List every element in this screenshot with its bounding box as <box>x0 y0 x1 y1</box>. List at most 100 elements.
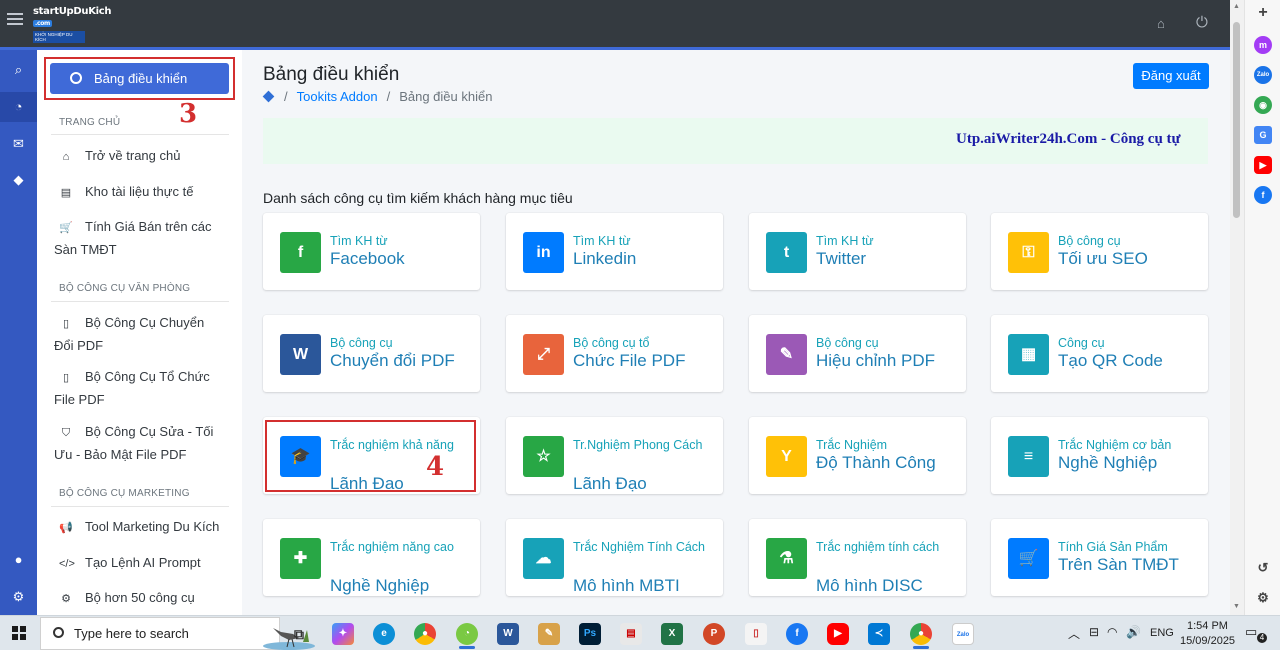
messenger-icon[interactable]: m <box>1254 36 1272 54</box>
tool-card-title: Linkedin <box>573 249 637 268</box>
sidebar-item-marketing-tool[interactable]: 📢 Tool Marketing Du Kích <box>54 516 234 539</box>
pdf-icon[interactable]: ▯ <box>745 623 767 645</box>
tool-card[interactable]: in Tìm KH từ Linkedin <box>506 213 723 290</box>
tool-card-title: Lãnh Đạo <box>573 474 647 493</box>
chevron-up-icon[interactable]: ︿ <box>1068 625 1080 642</box>
youtube-icon[interactable]: ▶ <box>1254 156 1272 174</box>
puzzle-icon: ✚ <box>280 538 321 579</box>
tool-card[interactable]: ☁ Trắc Nghiệm Tính Cách Mô hình MBTI <box>506 519 723 596</box>
tool-card[interactable]: ⚗ Trắc nghiệm tính cách Mô hình DISC <box>749 519 966 596</box>
scroll-thumb[interactable] <box>1233 22 1240 218</box>
powerpoint-icon[interactable]: P <box>703 623 725 645</box>
logout-button[interactable]: Đăng xuất <box>1133 63 1209 89</box>
tool-card[interactable]: t Tìm KH từ Twitter <box>749 213 966 290</box>
taskbar-search-input[interactable]: Type here to search <box>40 617 315 650</box>
settings-icon[interactable]: ⚙ <box>0 582 37 612</box>
excel-icon[interactable]: X <box>661 623 683 645</box>
tool-card[interactable]: ☆ Tr.Nghiệm Phong Cách Lãnh Đạo <box>506 417 723 494</box>
language-indicator[interactable]: ENG <box>1150 627 1174 639</box>
windows-start-icon[interactable] <box>12 626 26 640</box>
zalo-icon[interactable]: Zalo <box>952 623 974 645</box>
tool-card[interactable]: ≡ Trắc Nghiệm cơ bản Nghề Nghiệp <box>991 417 1208 494</box>
facebook-icon[interactable]: f <box>786 623 808 645</box>
vscode-icon[interactable]: ≺ <box>868 623 890 645</box>
logo[interactable]: startUpDuKich .com KHỞI NGHIỆP DU KÍCH <box>33 6 113 43</box>
breadcrumb-link[interactable]: Tookits Addon <box>297 89 378 104</box>
logo-tagline: KHỞI NGHIỆP DU KÍCH <box>33 31 85 43</box>
sidebar-item-pdf-secure[interactable]: ⛉ Bộ Công Cụ Sửa - Tối Ưu - Bảo Mật File … <box>54 421 224 465</box>
section-title-marketing: BỘ CÔNG CỤ MARKETING <box>59 488 190 499</box>
paint-icon[interactable]: ✎ <box>538 623 560 645</box>
volume-icon[interactable]: 🔊 <box>1126 625 1141 639</box>
scroll-down-icon[interactable]: ▼ <box>1233 603 1240 610</box>
menu-toggle-icon[interactable] <box>7 13 23 29</box>
power-icon[interactable]: ⏻ <box>1196 14 1208 31</box>
sidebar-item-label: Tool Marketing Du Kích <box>85 519 220 534</box>
shield-icon: ⛉ <box>61 427 71 439</box>
home-icon[interactable]: ⌂ <box>1157 16 1165 31</box>
word-icon[interactable]: W <box>497 623 519 645</box>
chrome-icon[interactable]: ● <box>414 623 436 645</box>
search-icon <box>53 627 64 638</box>
tool-card-title: Trên Sàn TMĐT <box>1058 555 1179 574</box>
translate-icon[interactable]: G <box>1254 126 1272 144</box>
top-navbar: startUpDuKich .com KHỞI NGHIỆP DU KÍCH ⌂… <box>0 0 1230 47</box>
sidebar-item-label: Bộ Công Cụ Tổ Chức File PDF <box>54 369 210 407</box>
pdf-icon: ▯ <box>62 372 70 384</box>
breadcrumb: / Tookits Addon / Bảng điều khiển <box>262 89 492 104</box>
clock-time[interactable]: 1:54 PM <box>1187 620 1228 632</box>
tool-card[interactable]: ✚ Trắc nghiệm năng cao Nghề Nghiệp <box>263 519 480 596</box>
mail-icon[interactable]: ✉ <box>0 129 37 159</box>
photoshop-icon[interactable]: Ps <box>579 623 601 645</box>
logo-badge: .com <box>33 20 53 27</box>
zalo-icon[interactable]: Zalo <box>1254 66 1272 84</box>
copilot-icon[interactable]: ✦ <box>332 623 354 645</box>
taskbar: Type here to search ⧉ ✦ e ● ◔ W ✎ Ps ▤ X… <box>0 615 1280 650</box>
wifi-icon[interactable]: ◠ <box>1107 625 1117 639</box>
page-scrollbar[interactable]: ▲ ▼ <box>1230 0 1244 615</box>
dashboard-icon[interactable]: ◔ <box>0 92 37 122</box>
tool-card[interactable]: f Tìm KH từ Facebook <box>263 213 480 290</box>
facebook-icon[interactable]: f <box>1254 186 1272 204</box>
tool-card[interactable]: Y Trắc Nghiệm Độ Thành Công <box>749 417 966 494</box>
browser-app-icon[interactable]: ◔ <box>456 623 478 645</box>
game-icon[interactable]: ◉ <box>1254 96 1272 114</box>
pdf-viewer-icon[interactable]: ▤ <box>620 623 642 645</box>
pdf-icon: ▯ <box>62 318 70 330</box>
notification-count: 4 <box>1257 633 1267 643</box>
user-icon[interactable]: ● <box>0 545 37 575</box>
star-icon: ☆ <box>523 436 564 477</box>
tool-card[interactable]: W Bộ công cụ Chuyển đổi PDF <box>263 315 480 392</box>
network-icon[interactable]: ⊟ <box>1089 625 1099 639</box>
edge-icon[interactable]: e <box>373 623 395 645</box>
code-icon: </> <box>59 558 75 570</box>
diamond-icon[interactable]: ◆ <box>0 165 37 195</box>
history-icon[interactable]: ↺ <box>1254 559 1272 577</box>
breadcrumb-separator: / <box>386 89 391 104</box>
tool-card[interactable]: ✎ Bộ công cụ Hiệu chỉnh PDF <box>749 315 966 392</box>
youtube-icon[interactable]: ▶ <box>827 623 849 645</box>
tool-card[interactable]: ⤢ Bộ công cụ tổ Chức File PDF <box>506 315 723 392</box>
chrome-profile-icon[interactable]: ● <box>910 623 932 645</box>
task-view-icon[interactable]: ⧉ <box>288 623 310 645</box>
sidebar-item-home[interactable]: ⌂ Trở về trang chủ <box>54 145 234 168</box>
clock-date[interactable]: 15/09/2025 <box>1180 635 1235 647</box>
add-icon[interactable]: + <box>1254 4 1272 22</box>
sidebar-item-ai-prompt[interactable]: </> Tạo Lệnh AI Prompt <box>54 552 234 575</box>
settings-icon[interactable]: ⚙ <box>1254 589 1272 607</box>
sidebar-item-documents[interactable]: ▤ Kho tài liệu thực tế <box>54 181 234 204</box>
sidebar-item-pdf-convert[interactable]: ▯ Bộ Công Cụ Chuyển Đổi PDF <box>54 312 214 356</box>
logo-name: startUpDuKich <box>33 6 112 17</box>
tool-card[interactable]: 🛒 Tính Giá Sản Phẩm Trên Sàn TMĐT <box>991 519 1208 596</box>
sidebar-item-pdf-organize[interactable]: ▯ Bộ Công Cụ Tổ Chức File PDF <box>54 366 219 410</box>
tool-card[interactable]: ⚿ Bộ công cụ Tối ưu SEO <box>991 213 1208 290</box>
sidebar-item-price-calc[interactable]: 🛒 Tính Giá Bán trên các Sàn TMĐT <box>54 216 219 260</box>
sidebar-item-seo-tools[interactable]: ⚙Bộ hơn 50 công cụ SEO F <box>54 587 214 615</box>
file-icon: ▤ <box>60 187 72 199</box>
notification-icon[interactable]: ▭ <box>1245 624 1257 640</box>
search-icon[interactable]: ⌕ <box>0 55 37 85</box>
scroll-up-icon[interactable]: ▲ <box>1233 3 1240 10</box>
sidebar: Bảng điều khiển 3 TRANG CHỦ ⌂ Trở về tran… <box>37 50 242 615</box>
tool-card[interactable]: ▦ Công cụ Tạo QR Code <box>991 315 1208 392</box>
sidebar-item-label: Bộ Công Cụ Sửa - Tối Ưu - Bảo Mật File P… <box>54 424 214 462</box>
